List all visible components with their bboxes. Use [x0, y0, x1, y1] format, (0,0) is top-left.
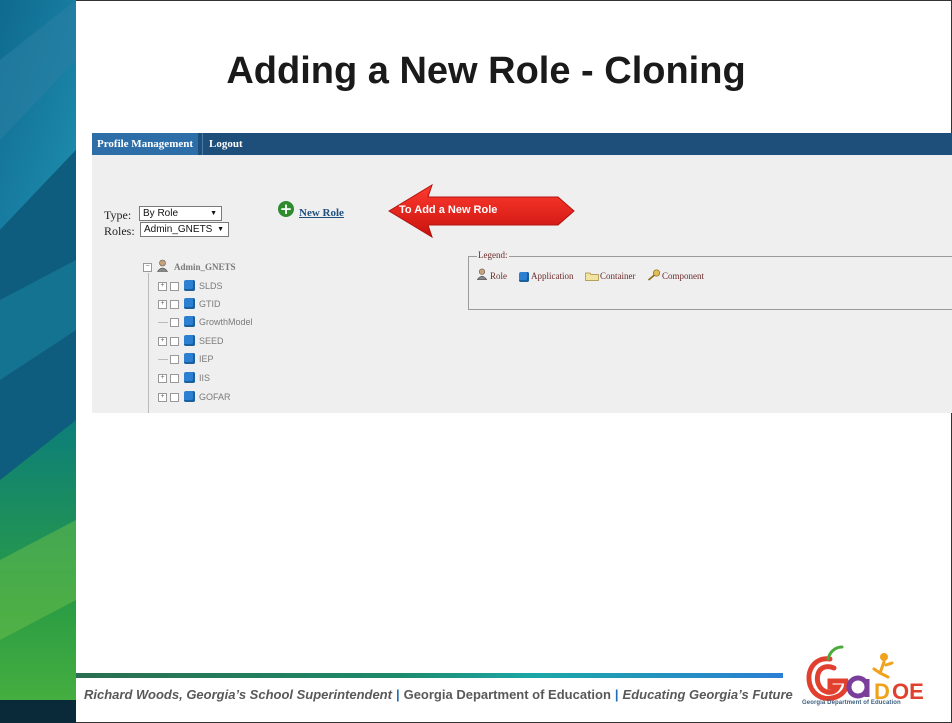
roles-select-value: Admin_GNETS — [144, 224, 213, 235]
application-icon — [184, 353, 195, 364]
roles-select[interactable]: Admin_GNETS ▼ — [140, 222, 229, 237]
application-icon — [184, 280, 195, 291]
tree-collapse-toggle[interactable]: − — [143, 263, 152, 272]
application-icon — [184, 335, 195, 346]
key-icon — [647, 269, 661, 281]
tree-expand-toggle[interactable]: + — [158, 374, 167, 383]
tree-node-label[interactable]: SLDS — [199, 279, 223, 293]
legend-component-label: Component — [662, 271, 704, 281]
tree-node-label[interactable]: IIS — [199, 371, 210, 385]
application-icon — [184, 372, 195, 383]
tree-expand-toggle[interactable]: + — [158, 282, 167, 291]
slide-title: Adding a New Role - Cloning — [226, 50, 746, 92]
add-circle-icon[interactable]: + — [278, 201, 294, 217]
tree-expand-toggle[interactable]: + — [158, 300, 167, 309]
nav-profile-management[interactable]: Profile Management — [92, 133, 199, 155]
role-icon — [476, 268, 488, 280]
footer-text: Richard Woods, Georgia’s School Superint… — [84, 687, 793, 702]
tree-checkbox[interactable] — [170, 318, 179, 327]
tree-node-label[interactable]: SEED — [199, 334, 224, 348]
type-select-value: By Role — [143, 208, 179, 219]
legend-container-label: Container — [600, 271, 636, 281]
top-nav-bar: Profile Management Logout — [92, 133, 952, 155]
chevron-down-icon: ▼ — [217, 226, 224, 233]
tree-expand-toggle[interactable]: + — [158, 337, 167, 346]
legend-role-label: Role — [490, 271, 507, 281]
tree-checkbox[interactable] — [170, 300, 179, 309]
nav-divider — [202, 133, 203, 155]
tree-checkbox[interactable] — [170, 282, 179, 291]
tree-root-label[interactable]: Admin_GNETS — [174, 260, 236, 274]
tree-checkbox[interactable] — [170, 337, 179, 346]
app-window: Profile Management Logout Type: By Role … — [92, 133, 952, 413]
footer-tagline: Educating Georgia’s Future — [622, 687, 793, 702]
tree-node-label[interactable]: GTID — [199, 297, 221, 311]
tree-node-label[interactable]: GOFAR — [199, 390, 231, 404]
tree-checkbox[interactable] — [170, 374, 179, 383]
application-icon — [184, 298, 195, 309]
type-select[interactable]: By Role ▼ — [139, 206, 222, 221]
new-role-link[interactable]: New Role — [299, 207, 344, 219]
legend-box: Legend: Role Application Container Compo… — [468, 250, 952, 310]
tree-branch-line — [158, 359, 168, 360]
roles-label: Roles: — [104, 224, 135, 238]
tree-node-label[interactable]: GrowthModel — [199, 315, 253, 329]
type-label: Type: — [104, 208, 132, 222]
legend-title: Legend: — [477, 250, 509, 260]
tree-checkbox[interactable] — [170, 355, 179, 364]
application-icon — [184, 316, 195, 327]
application-icon — [519, 272, 529, 282]
tree-branch-line — [158, 322, 168, 323]
footer-superintendent: Richard Woods, Georgia’s School Superint… — [84, 687, 392, 702]
footer-org: Georgia Department of Education — [403, 687, 611, 702]
chevron-down-icon: ▼ — [210, 210, 217, 217]
application-icon — [184, 391, 195, 402]
decorative-side-band — [0, 0, 76, 723]
footer-separator: | — [395, 687, 400, 702]
role-icon — [156, 259, 169, 272]
logo-subtext: Georgia Department of Education — [802, 700, 901, 706]
folder-icon — [585, 272, 599, 281]
tree-expand-toggle[interactable]: + — [158, 393, 167, 402]
tree-node-label[interactable]: IEP — [199, 352, 214, 366]
nav-logout[interactable]: Logout — [204, 133, 248, 155]
footer-color-bar — [76, 673, 783, 678]
legend-application-label: Application — [531, 271, 574, 281]
tree-checkbox[interactable] — [170, 393, 179, 402]
tree-guide-line — [148, 273, 149, 413]
footer-separator: | — [614, 687, 619, 702]
callout-text: To Add a New Role — [399, 204, 498, 216]
